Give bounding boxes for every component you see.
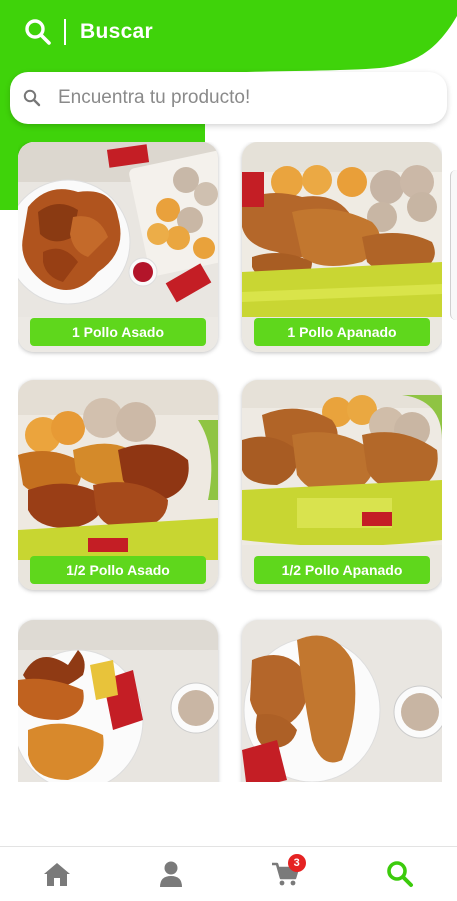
product-grid: 1 Pollo Asado 1 Pollo Apanado 1/2 Pollo … [18,142,442,782]
search-icon [23,89,41,107]
product-card[interactable]: 1 Pollo Asado [18,142,218,352]
product-label: 1 Pollo Apanado [254,318,430,346]
product-card[interactable] [242,620,442,782]
page-title: Buscar [80,20,154,43]
product-label: 1/2 Pollo Asado [30,556,206,584]
search-icon[interactable] [24,18,52,46]
search-input[interactable] [56,86,420,110]
nav-profile[interactable] [141,852,201,896]
product-image-fried-chicken-pieces [242,620,442,782]
product-card[interactable]: 1/2 Pollo Apanado [242,380,442,590]
search-icon [387,861,413,887]
nav-cart[interactable]: 3 [256,852,316,896]
header-divider [64,19,66,45]
product-label: 1 Pollo Asado [30,318,206,346]
nav-home[interactable] [27,852,87,896]
search-bar[interactable] [10,72,447,124]
cart-count-badge: 3 [287,854,306,872]
product-image-roasted-chicken-pieces [18,620,218,782]
nav-search[interactable] [370,852,430,896]
app-header: Buscar [0,0,457,64]
home-icon [44,863,71,886]
product-card[interactable]: 1/2 Pollo Asado [18,380,218,590]
bottom-navigation: 3 [0,846,457,901]
product-card[interactable] [18,620,218,782]
product-card[interactable]: 1 Pollo Apanado [242,142,442,352]
user-icon [160,861,183,887]
side-pull-tab[interactable] [450,170,457,320]
product-label: 1/2 Pollo Apanado [254,556,430,584]
